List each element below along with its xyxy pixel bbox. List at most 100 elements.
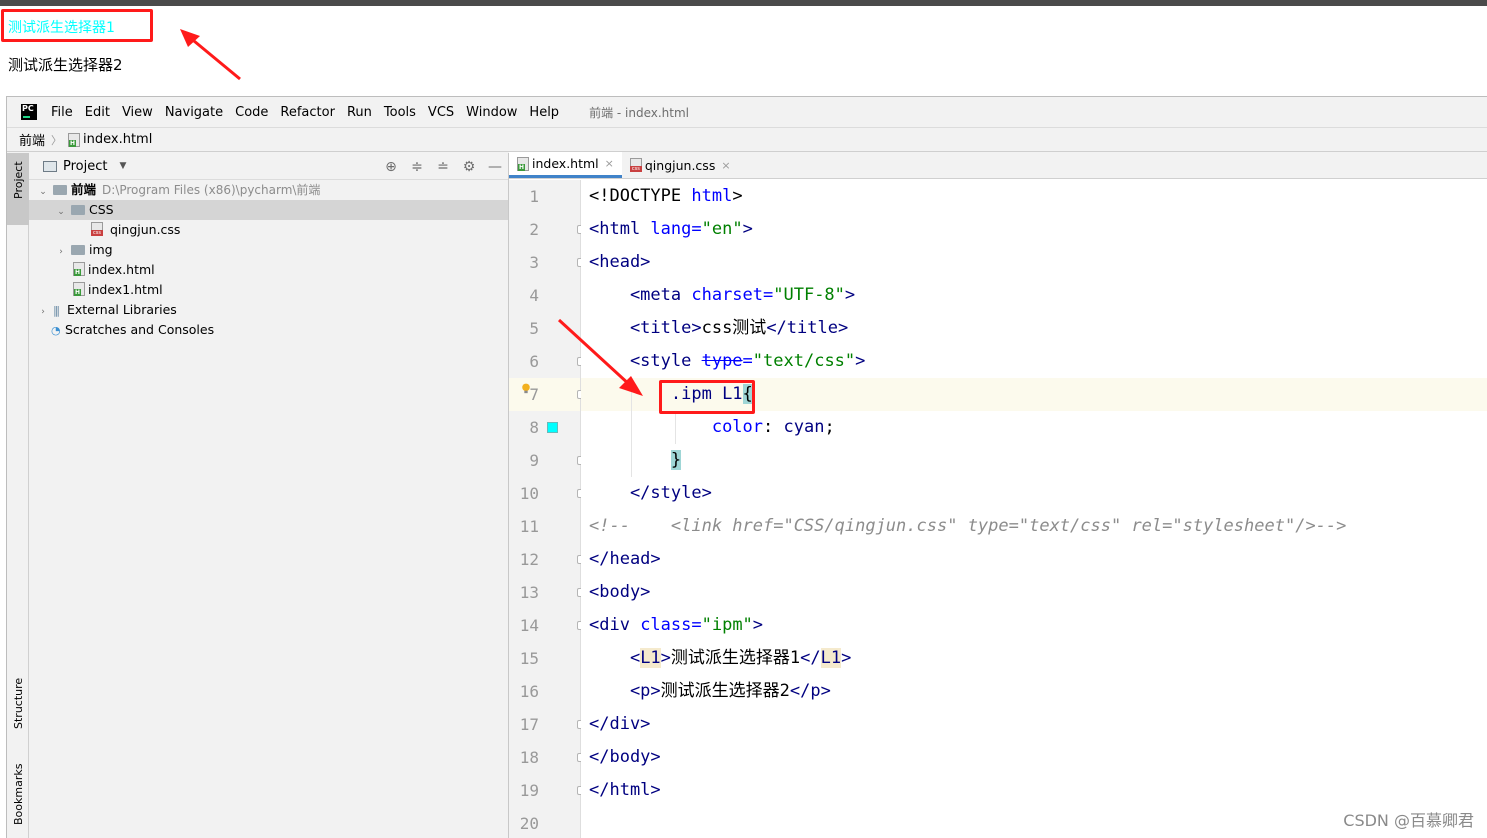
project-panel-title[interactable]: Project bbox=[63, 159, 107, 174]
tab-index-html[interactable]: index.html × bbox=[509, 152, 622, 178]
tree-item-index1-html[interactable]: index1.html bbox=[29, 280, 508, 300]
menu-refactor[interactable]: Refactor bbox=[280, 105, 335, 120]
code-line-4: <meta charset="UTF-8"> bbox=[589, 285, 856, 305]
menu-bar: PC File Edit View Navigate Code Refactor… bbox=[7, 97, 1487, 127]
chevron-right-icon: 〉 bbox=[51, 133, 63, 147]
breadcrumb: 前端 〉 index.html bbox=[7, 127, 1487, 152]
html-file-icon bbox=[73, 262, 85, 276]
menu-vcs[interactable]: VCS bbox=[428, 105, 454, 120]
menu-file[interactable]: File bbox=[51, 105, 73, 120]
menu-help[interactable]: Help bbox=[529, 105, 559, 120]
collapse-all-icon[interactable]: ≐ bbox=[430, 159, 456, 175]
code-line-9: } bbox=[670, 450, 682, 470]
chevron-down-icon[interactable]: ▼ bbox=[119, 161, 126, 171]
folder-icon bbox=[70, 245, 85, 255]
tree-item-css[interactable]: ⌄ CSS bbox=[29, 200, 508, 220]
code-line-10: </style> bbox=[589, 483, 712, 503]
line-number: 9 bbox=[529, 451, 539, 470]
css-file-icon bbox=[91, 222, 103, 236]
code-line-13: <body> bbox=[589, 582, 651, 602]
code-line-8: color: cyan; bbox=[711, 417, 835, 437]
chevron-down-icon[interactable]: ⌄ bbox=[55, 202, 67, 222]
pycharm-logo-icon: PC bbox=[21, 104, 37, 120]
tool-tab-project[interactable]: Project bbox=[7, 153, 29, 225]
html-file-icon bbox=[73, 282, 85, 296]
project-view-icon bbox=[43, 160, 57, 172]
project-panel-tools: ⊕ ≑ ≐ ⚙ — bbox=[378, 153, 508, 180]
line-number: 2 bbox=[529, 220, 539, 239]
css-file-icon bbox=[629, 158, 642, 172]
chevron-right-icon[interactable]: › bbox=[55, 242, 67, 262]
menu-view[interactable]: View bbox=[122, 105, 153, 120]
project-panel: Project ▼ ⊕ ≑ ≐ ⚙ — ⌄ 前端 D:\Program Files… bbox=[29, 153, 509, 838]
code-line-19: </html> bbox=[589, 780, 661, 800]
close-icon[interactable]: × bbox=[721, 159, 730, 172]
menu-window[interactable]: Window bbox=[466, 105, 517, 120]
watermark: CSDN @百慕卿君 bbox=[1343, 811, 1474, 830]
breadcrumb-file[interactable]: index.html bbox=[83, 132, 152, 147]
expand-all-icon[interactable]: ≑ bbox=[404, 159, 430, 175]
folder-icon bbox=[52, 185, 67, 195]
line-number: 8 bbox=[529, 418, 539, 437]
menu-tools[interactable]: Tools bbox=[384, 105, 416, 120]
line-number: 20 bbox=[519, 814, 539, 833]
html-file-icon bbox=[517, 156, 529, 171]
ide-window: PC File Edit View Navigate Code Refactor… bbox=[6, 96, 1487, 838]
screenshot-root: 测试派生选择器1 测试派生选择器2 PC File Edit View Navi… bbox=[0, 0, 1487, 838]
editor-area: index.html × qingjun.css × 1 2 3 4 5 6 7… bbox=[509, 152, 1487, 838]
code-line-15: <L1>测试派生选择器1</L1> bbox=[589, 648, 852, 668]
line-number: 16 bbox=[519, 682, 539, 701]
tool-tab-structure[interactable]: Structure bbox=[7, 673, 29, 745]
line-number: 11 bbox=[519, 517, 539, 536]
line-number: 6 bbox=[529, 352, 539, 371]
browser-top-bar bbox=[0, 0, 1487, 6]
chevron-down-icon[interactable]: ⌄ bbox=[37, 182, 49, 202]
project-panel-header: Project ▼ ⊕ ≑ ≐ ⚙ — bbox=[29, 153, 508, 180]
menu-edit[interactable]: Edit bbox=[85, 105, 110, 120]
selector-highlight-box bbox=[659, 380, 755, 414]
code-line-3: <head> bbox=[589, 252, 651, 272]
code-line-12: </head> bbox=[589, 549, 661, 569]
code-line-2: <html lang="en"> bbox=[589, 219, 753, 239]
line-number: 19 bbox=[519, 781, 539, 800]
library-icon: ||| bbox=[52, 304, 60, 317]
lightbulb-icon[interactable] bbox=[521, 383, 531, 395]
tab-qingjun-css[interactable]: qingjun.css × bbox=[622, 152, 739, 178]
editor-tabs: index.html × qingjun.css × bbox=[509, 152, 1487, 179]
menu-run[interactable]: Run bbox=[347, 105, 372, 120]
menu-code[interactable]: Code bbox=[235, 105, 268, 120]
hide-panel-icon[interactable]: — bbox=[482, 159, 508, 175]
line-number: 18 bbox=[519, 748, 539, 767]
tree-item-external-libraries[interactable]: › ||| External Libraries bbox=[29, 300, 508, 320]
window-title: 前端 - index.html bbox=[589, 105, 690, 120]
left-tool-strip: Project Structure Bookmarks bbox=[7, 153, 29, 838]
close-icon[interactable]: × bbox=[605, 157, 614, 170]
line-number: 13 bbox=[519, 583, 539, 602]
line-number: 12 bbox=[519, 550, 539, 569]
tree-item-qingjun-css[interactable]: qingjun.css bbox=[29, 220, 508, 240]
tree-item-index-html[interactable]: index.html bbox=[29, 260, 508, 280]
project-tree: ⌄ 前端 D:\Program Files (x86)\pycharm\前端 ⌄ … bbox=[29, 180, 508, 340]
locate-icon[interactable]: ⊕ bbox=[378, 159, 404, 175]
line-number: 5 bbox=[529, 319, 539, 338]
breadcrumb-project[interactable]: 前端 bbox=[19, 130, 45, 149]
gear-icon[interactable]: ⚙ bbox=[456, 159, 482, 175]
folder-icon bbox=[70, 205, 85, 215]
tree-item-root[interactable]: ⌄ 前端 D:\Program Files (x86)\pycharm\前端 bbox=[29, 180, 508, 200]
chevron-right-icon[interactable]: › bbox=[37, 302, 49, 322]
code-line-18: </body> bbox=[589, 747, 661, 767]
line-number: 15 bbox=[519, 649, 539, 668]
html-file-icon bbox=[68, 132, 81, 147]
menu-navigate[interactable]: Navigate bbox=[165, 105, 223, 120]
scratches-icon: ◔ bbox=[51, 324, 61, 337]
red-arrow-icon bbox=[180, 29, 241, 81]
tool-tab-bookmarks[interactable]: Bookmarks bbox=[7, 763, 29, 838]
line-number: 1 bbox=[529, 187, 539, 206]
tree-item-scratches[interactable]: ◔ Scratches and Consoles bbox=[29, 320, 508, 340]
code-editor[interactable]: <!DOCTYPE html> <html lang="en"> <head> … bbox=[522, 180, 1487, 838]
color-swatch-icon[interactable] bbox=[547, 422, 558, 433]
line-number: 14 bbox=[519, 616, 539, 635]
output-highlight-box bbox=[1, 9, 153, 42]
editor-gutter: 1 2 3 4 5 6 7 8 9 10 11 12 13 14 15 16 1… bbox=[509, 180, 586, 838]
tree-item-img[interactable]: › img bbox=[29, 240, 508, 260]
